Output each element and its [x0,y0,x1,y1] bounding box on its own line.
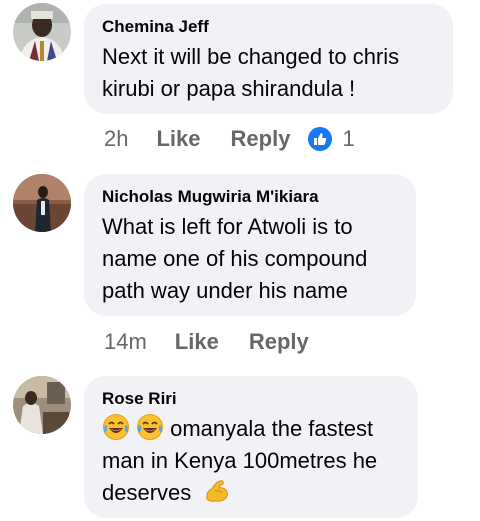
comment-line: What is left for Atwoli is to [102,214,353,239]
comment-text: What is left for Atwoli is to name one o… [102,211,398,307]
comment-text: Next it will be changed to chris kirubi … [102,41,435,105]
comment-line: man in Kenya 100metres he [102,448,378,473]
comment-line: Next it will be changed to chris [102,44,400,69]
comment-text: omanyala the fastest man in Kenya 100met… [102,413,400,509]
comment-actions: 14m Like Reply [104,327,339,357]
comment-bubble: Chemina Jeff Next it will be changed to … [84,4,453,114]
comment-line: omanyala the fastest [102,413,400,445]
like-button[interactable]: Like [156,126,200,152]
comment-author[interactable]: Chemina Jeff [102,16,435,38]
avatar[interactable] [13,174,71,232]
comment-line: path way under his name [102,278,348,303]
reaction-count[interactable]: 1 [342,126,354,152]
comment-bubble: Nicholas Mugwiria M'ikiara What is left … [84,174,416,316]
comment-line: deserves [102,477,400,509]
comment-line: kirubi or papa shirandula ! [102,76,356,101]
like-thumb-icon[interactable] [308,127,333,151]
like-button[interactable]: Like [175,329,219,355]
comment-line: name one of his compound [102,246,368,271]
laughing-tears-emoji [136,413,164,441]
timestamp[interactable]: 14m [104,329,147,355]
comment-line-text: omanyala the fastest [164,416,374,441]
laughing-tears-emoji [102,413,130,441]
flexed-biceps-emoji [203,477,231,505]
timestamp[interactable]: 2h [104,126,128,152]
comment-author[interactable]: Rose Riri [102,388,400,410]
comment-author[interactable]: Nicholas Mugwiria M'ikiara [102,186,398,208]
avatar[interactable] [13,376,71,434]
reply-button[interactable]: Reply [231,126,291,152]
reply-button[interactable]: Reply [249,329,309,355]
avatar[interactable] [13,3,71,61]
comment-actions: 2h Like Reply 1 [104,124,355,154]
comment-line-text: deserves [102,480,192,505]
comment-bubble: Rose Riri omanyala the fastest man in Ke… [84,376,418,518]
